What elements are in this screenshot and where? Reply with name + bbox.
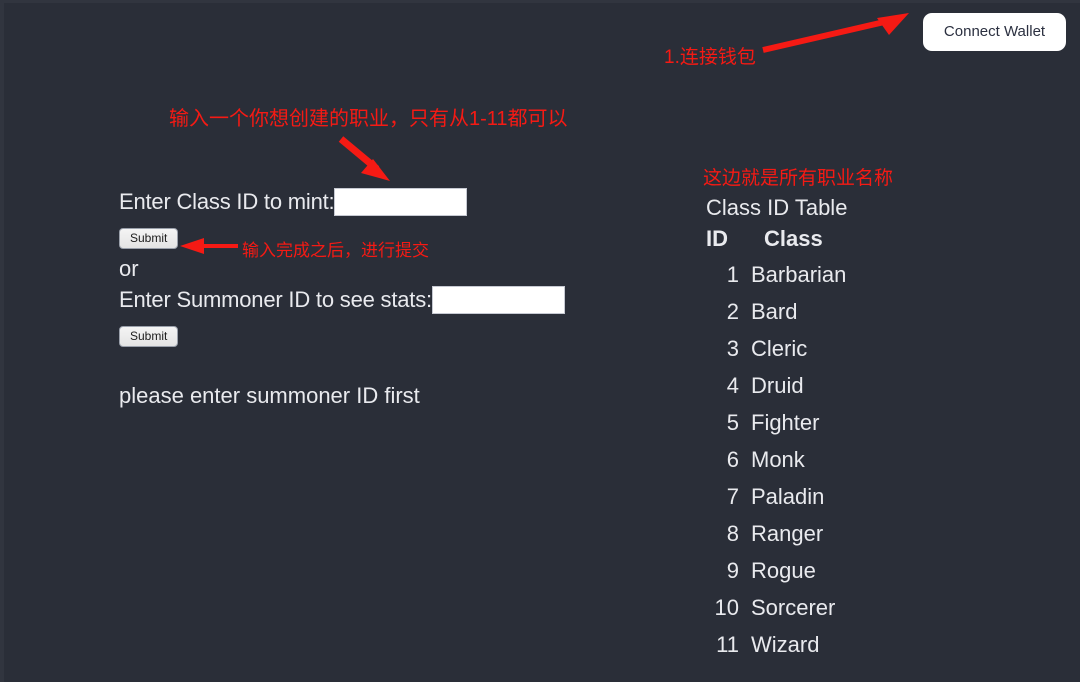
class-row-id: 11 <box>716 632 739 657</box>
class-row-name: Cleric <box>751 336 808 361</box>
class-row-id: 6 <box>726 447 739 472</box>
class-id-input[interactable] <box>334 188 468 216</box>
class-row-id: 9 <box>726 558 739 583</box>
class-table-row: 6 Monk <box>706 447 847 484</box>
class-row-name: Paladin <box>751 484 825 509</box>
class-table-body: ID Class 1 Barbarian 2 Bard 3 Cleric 4 Druid 5 Fi… <box>706 226 847 669</box>
class-id-table: Class ID Table ID Class 1 Barbarian 2 Bard 3… <box>706 193 847 669</box>
class-row-name: Rogue <box>751 558 816 583</box>
class-row-name: Wizard <box>751 632 820 657</box>
class-row-name: Druid <box>751 373 804 398</box>
class-table-row: 2 Bard <box>706 299 847 336</box>
class-table-row: 4 Druid <box>706 373 847 410</box>
class-id-field-row: Enter Class ID to mint: <box>119 185 639 219</box>
class-row-id: 10 <box>714 595 739 620</box>
annotation-class-table: 这边就是所有职业名称 <box>703 168 894 189</box>
class-row-id: 7 <box>726 484 739 509</box>
annotation-connect-wallet: 1.连接钱包 <box>664 47 756 68</box>
column-header-id: ID <box>706 226 728 251</box>
class-row-name: Bard <box>751 299 798 324</box>
annotation-submit-hint: 输入完成之后，进行提交 <box>242 241 429 260</box>
class-row-id: 5 <box>726 410 739 435</box>
summoner-id-label: Enter Summoner ID to see stats: <box>119 287 432 312</box>
mint-form: Enter Class ID to mint: Submit or Enter … <box>119 185 639 347</box>
class-row-id: 3 <box>726 336 739 361</box>
connect-wallet-button[interactable]: Connect Wallet <box>923 13 1066 51</box>
submit-class-button[interactable]: Submit <box>119 228 179 249</box>
class-row-name: Ranger <box>751 521 824 546</box>
class-row-id: 2 <box>726 299 739 324</box>
annotation-arrow-to-class-input <box>338 136 390 181</box>
annotation-arrow-to-connect-wallet <box>762 13 909 53</box>
class-row-id: 1 <box>726 262 739 287</box>
class-row-id: 8 <box>726 521 739 546</box>
page-left-edge <box>0 0 4 682</box>
class-row-name: Monk <box>751 447 805 472</box>
annotation-class-input: 输入一个你想创建的职业，只有从1-11都可以 <box>169 108 568 130</box>
submit-summoner-button[interactable]: Submit <box>119 326 179 347</box>
summoner-id-input[interactable] <box>431 286 565 314</box>
submit-summoner-row: Submit <box>119 317 639 347</box>
class-table-row: 9 Rogue <box>706 558 847 595</box>
class-table-row: 3 Cleric <box>706 336 847 373</box>
class-row-id: 4 <box>726 373 739 398</box>
summoner-id-field-row: Enter Summoner ID to see stats: <box>119 283 639 317</box>
annotation-arrow-to-submit <box>180 238 238 254</box>
class-table-header-row: ID Class <box>706 226 847 262</box>
page-top-edge <box>0 0 1080 3</box>
class-table-row: 1 Barbarian <box>706 262 847 299</box>
class-table-title: Class ID Table <box>706 195 848 220</box>
page-root: Connect Wallet 1.连接钱包 输入一个你想创建的职业，只有从1-1… <box>0 0 1080 682</box>
status-message: please enter summoner ID first <box>119 383 420 408</box>
class-table-row: 7 Paladin <box>706 484 847 521</box>
class-table-row: 5 Fighter <box>706 410 847 447</box>
column-header-class: Class <box>764 226 823 251</box>
class-table-row: 11 Wizard <box>706 632 847 669</box>
class-row-name: Fighter <box>751 410 820 435</box>
class-table-row: 10 Sorcerer <box>706 595 847 632</box>
class-row-name: Barbarian <box>751 262 847 287</box>
class-id-label: Enter Class ID to mint: <box>119 189 335 214</box>
class-table-row: 8 Ranger <box>706 521 847 558</box>
class-row-name: Sorcerer <box>751 595 836 620</box>
